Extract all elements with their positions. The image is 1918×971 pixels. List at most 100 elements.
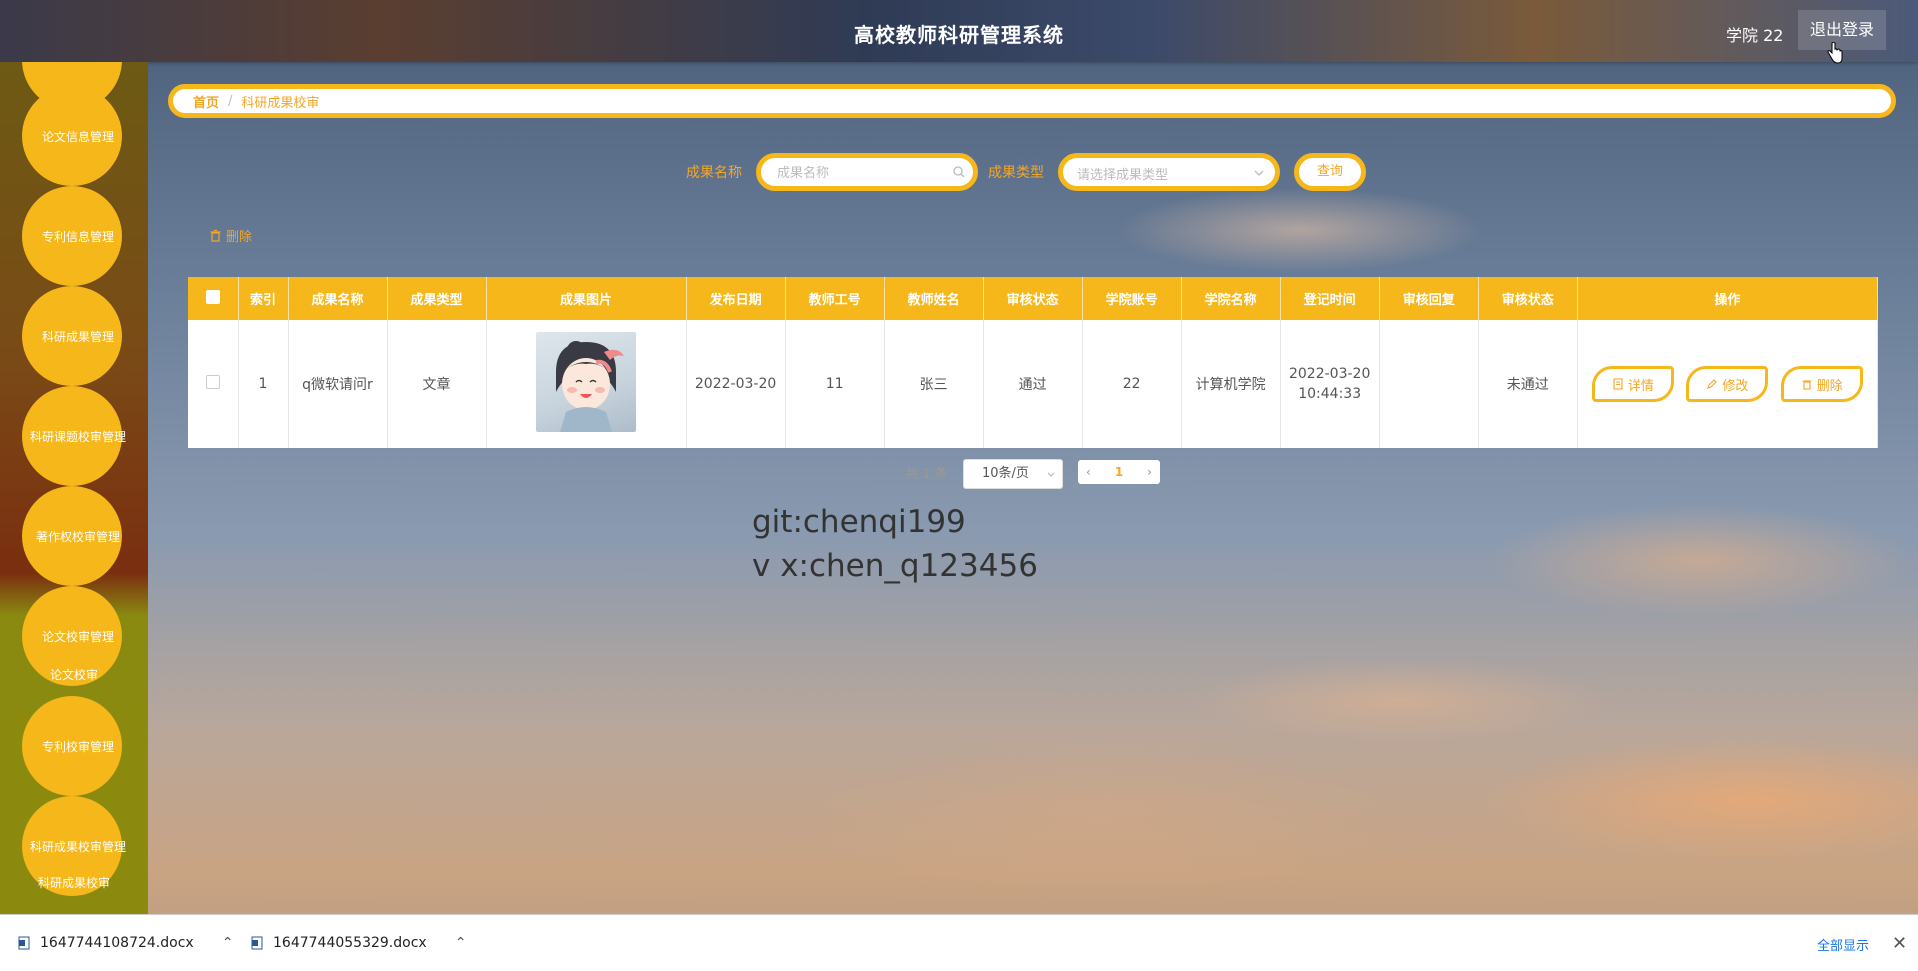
- column-header: 审核状态: [983, 277, 1083, 320]
- column-header: 操作: [1577, 277, 1879, 320]
- column-header: 发布日期: [686, 277, 786, 320]
- breadcrumb-separator: /: [228, 93, 233, 109]
- column-header: 学院名称: [1181, 277, 1281, 320]
- chevron-up-icon[interactable]: ⌃: [455, 935, 467, 951]
- cell-review-status: 未通过: [1478, 320, 1578, 448]
- table-row: 1 q微软请问r 文章 2022-03-20 11 张三 通过 22 计算机学院…: [188, 320, 1879, 448]
- background-sky: [0, 0, 1918, 970]
- row-checkbox[interactable]: [205, 375, 220, 389]
- column-header: 审核回复: [1379, 277, 1479, 320]
- show-all-downloads-link[interactable]: 全部显示: [1817, 935, 1869, 954]
- current-user: 学院 22: [1726, 26, 1784, 45]
- detail-button[interactable]: 详情: [1591, 366, 1674, 402]
- edit-label: 修改: [1722, 378, 1749, 394]
- cell-status: 通过: [983, 320, 1083, 448]
- sidebar-item-paper-info[interactable]: 论文信息管理: [22, 86, 122, 186]
- sidebar-item-label: 论文校审管理: [41, 629, 114, 644]
- column-header: 成果类型: [387, 277, 487, 320]
- watermark-line-2: v x:chen_q123456: [752, 548, 1038, 584]
- column-header: 登记时间: [1280, 277, 1380, 320]
- sidebar-item-copyright-review[interactable]: 著作权校审管理: [22, 486, 122, 586]
- cell-reply: [1379, 320, 1479, 448]
- search-icon: [953, 166, 965, 178]
- next-page-icon[interactable]: ›: [1147, 465, 1152, 479]
- trash-icon: [1802, 380, 1812, 390]
- reg-time: 10:44:33: [1298, 386, 1362, 402]
- result-image[interactable]: [536, 332, 637, 432]
- document-icon: [1613, 378, 1623, 390]
- result-type-select[interactable]: 请选择成果类型: [1058, 153, 1280, 191]
- column-header: 审核状态: [1478, 277, 1578, 320]
- delete-button[interactable]: 删除: [1780, 366, 1863, 402]
- page-size-select[interactable]: 10条/页: [963, 459, 1063, 489]
- result-type-placeholder: 请选择成果类型: [1077, 168, 1169, 183]
- sidebar: 论文信息管理 专利信息管理 科研成果管理 科研课题校审管理 著作权校审管理 论文…: [0, 62, 148, 914]
- chevron-up-icon[interactable]: ⌃: [222, 935, 234, 951]
- batch-delete-button[interactable]: 删除: [209, 226, 252, 245]
- result-type-label: 成果类型: [988, 165, 1044, 181]
- cell-teacher-no: 11: [785, 320, 885, 448]
- result-name-label: 成果名称: [686, 165, 742, 181]
- cell-reg-time: 2022-03-20 10:44:33: [1280, 320, 1380, 448]
- sidebar-item-label: 专利信息管理: [41, 229, 114, 244]
- chevron-down-icon: [1254, 170, 1264, 176]
- results-table: 索引 成果名称 成果类型 成果图片 发布日期 教师工号 教师姓名 审核状态 学院…: [188, 277, 1879, 448]
- column-header: 索引: [238, 277, 289, 320]
- reg-date: 2022-03-20: [1288, 366, 1371, 382]
- sidebar-item-label: 科研课题校审管理: [29, 429, 126, 444]
- breadcrumb: 首页 / 科研成果校审: [168, 84, 1896, 118]
- pager: ‹ 1 ›: [1078, 460, 1160, 484]
- watermark-line-1: git:chenqi199: [752, 504, 966, 540]
- column-header: 成果名称: [288, 277, 388, 320]
- table-header-row: 索引 成果名称 成果类型 成果图片 发布日期 教师工号 教师姓名 审核状态 学院…: [188, 277, 1879, 320]
- sidebar-item-patent-info[interactable]: 专利信息管理: [22, 186, 122, 286]
- close-icon[interactable]: ✕: [1892, 933, 1907, 954]
- sidebar-item-research-results[interactable]: 科研成果管理: [22, 286, 122, 386]
- top-header: 高校教师科研管理系统 学院 22 退出登录: [0, 0, 1918, 64]
- query-button[interactable]: 查询: [1294, 153, 1366, 191]
- trash-icon: [210, 229, 221, 242]
- row-select-cell: [188, 320, 239, 448]
- result-name-input[interactable]: [775, 158, 949, 188]
- sidebar-item-label: 论文信息管理: [41, 129, 114, 144]
- batch-delete-label: 删除: [226, 230, 253, 245]
- cell-image: [486, 320, 687, 448]
- column-header: 成果图片: [486, 277, 687, 320]
- column-header: 教师姓名: [884, 277, 984, 320]
- hand-cursor-icon: [1827, 42, 1843, 64]
- prev-page-icon[interactable]: ‹: [1086, 465, 1091, 479]
- app-title: 高校教师科研管理系统: [854, 23, 1064, 47]
- sidebar-item-label: 科研成果校审管理: [29, 839, 126, 854]
- download-filename: 1647744055329.docx: [273, 935, 427, 951]
- cell-date: 2022-03-20: [686, 320, 786, 448]
- select-all-header: [188, 277, 239, 320]
- chevron-down-icon: [1047, 472, 1055, 477]
- sidebar-item-label: 科研成果管理: [41, 329, 114, 344]
- download-item[interactable]: 1647744055329.docx ⌃: [251, 915, 466, 971]
- watermark-text: git:chenqi199 v x:chen_q123456: [752, 500, 1038, 588]
- column-header: 学院账号: [1082, 277, 1182, 320]
- detail-label: 详情: [1627, 378, 1654, 394]
- sidebar-item-patent-review[interactable]: 专利校审管理: [22, 696, 122, 796]
- breadcrumb-home[interactable]: 首页: [193, 92, 219, 111]
- pagination-total: 共 1 条: [905, 467, 948, 482]
- cell-actions: 详情 修改 删除: [1577, 320, 1879, 448]
- cell-college-account: 22: [1082, 320, 1182, 448]
- column-header: 教师工号: [785, 277, 885, 320]
- sidebar-item-project-review[interactable]: 科研课题校审管理: [22, 386, 126, 486]
- cell-name: q微软请问r: [288, 320, 388, 448]
- word-doc-icon: [18, 936, 30, 950]
- edit-button[interactable]: 修改: [1686, 366, 1769, 402]
- select-all-checkbox[interactable]: [205, 289, 220, 304]
- sidebar-subitem-results-review[interactable]: 科研成果校审: [0, 874, 148, 891]
- cell-type: 文章: [387, 320, 487, 448]
- result-name-field[interactable]: [756, 153, 978, 191]
- page-number[interactable]: 1: [1115, 465, 1123, 479]
- page-size-value: 10条/页: [982, 466, 1029, 481]
- pencil-icon: [1707, 379, 1718, 389]
- download-item[interactable]: 1647744108724.docx ⌃: [18, 915, 233, 971]
- sidebar-item-label: 专利校审管理: [41, 739, 114, 754]
- cell-college-name: 计算机学院: [1181, 320, 1281, 448]
- sidebar-subitem-paper-review[interactable]: 论文校审: [0, 666, 148, 683]
- word-doc-icon: [251, 936, 263, 950]
